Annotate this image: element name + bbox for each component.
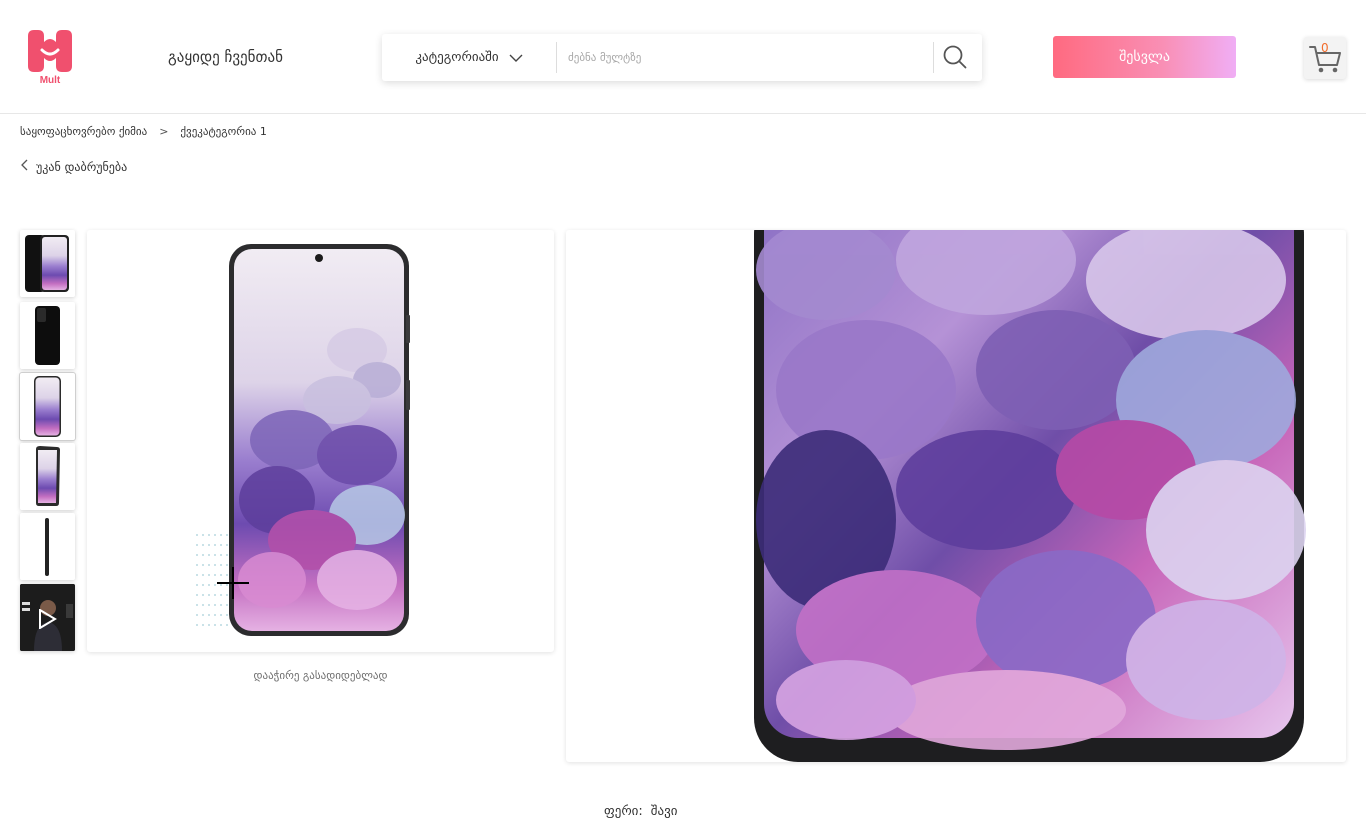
search-divider xyxy=(933,42,934,73)
main-product-image[interactable] xyxy=(87,230,554,652)
back-label: უკან დაბრუნება xyxy=(36,159,128,174)
search-bar: კატეგორიაში xyxy=(382,34,982,81)
chevron-down-icon xyxy=(509,54,523,62)
color-value: შავი xyxy=(650,804,678,819)
site-header: Mult გაყიდე ჩვენთან კატეგორიაში შესვლა 0 xyxy=(0,0,1366,114)
breadcrumb-item[interactable]: საყოფაცხოვრებო ქიმია xyxy=(20,125,147,138)
thumbnail-angled[interactable] xyxy=(20,443,75,510)
breadcrumb-separator: > xyxy=(159,125,169,138)
thumbnail-side[interactable] xyxy=(20,513,75,580)
cart-button[interactable]: 0 xyxy=(1304,37,1346,79)
thumbnail-video[interactable] xyxy=(20,584,75,651)
category-dropdown-label: კატეგორიაში xyxy=(415,50,499,65)
thumbnail-back[interactable] xyxy=(20,302,75,369)
sell-with-us-link[interactable]: გაყიდე ჩვენთან xyxy=(168,48,283,66)
cart-count-badge: 0 xyxy=(1321,41,1329,55)
search-divider xyxy=(556,42,557,73)
category-dropdown[interactable]: კატეგორიაში xyxy=(382,34,556,81)
breadcrumb: საყოფაცხოვრებო ქიმია > ქვეკატეგორია 1 xyxy=(20,125,267,138)
search-input[interactable] xyxy=(568,42,928,73)
color-info: ფერი: შავი xyxy=(604,804,678,819)
search-icon[interactable] xyxy=(942,44,970,72)
breadcrumb-item[interactable]: ქვეკატეგორია 1 xyxy=(180,125,266,138)
zoom-preview xyxy=(566,230,1346,762)
thumbnail-front-back[interactable] xyxy=(20,230,75,297)
back-button[interactable]: უკან დაბრუნება xyxy=(20,159,127,174)
color-label: ფერი: xyxy=(604,804,643,819)
zoom-hint: დააჭირე გასადიდებლად xyxy=(253,669,388,682)
chevron-left-icon xyxy=(20,159,28,174)
thumbnail-front[interactable] xyxy=(20,373,75,440)
play-icon xyxy=(37,608,57,633)
logo-wordmark: Mult xyxy=(39,75,61,86)
login-button[interactable]: შესვლა xyxy=(1053,36,1236,78)
